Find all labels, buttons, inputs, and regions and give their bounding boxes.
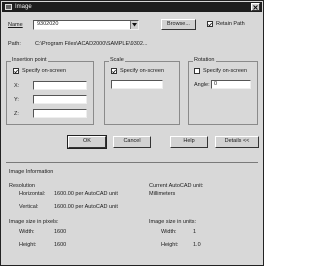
help-label: Help [183,138,195,145]
help-button[interactable]: Help [170,136,208,148]
scale-input[interactable] [111,80,163,89]
close-button[interactable] [251,3,260,11]
width-px-value: 1600 [54,229,67,235]
z-input[interactable] [33,109,87,118]
y-label: Y: [14,97,19,103]
angle-input[interactable]: 0 [211,80,251,89]
scale-specify-label: Specify on-screen [120,68,165,74]
checkmark-icon [112,69,116,73]
divider [6,162,258,163]
rotation-specify-checkbox[interactable] [194,68,200,74]
close-icon [253,4,258,10]
dropdown-arrow[interactable] [130,21,138,29]
path-label: Path: [8,41,21,47]
angle-value: 0 [214,81,218,87]
height-units-label: Height: [161,242,179,248]
horizontal-label: Horizontal: [19,191,46,197]
width-px-label: Width: [19,229,35,235]
browse-button[interactable]: Browse... [161,19,196,30]
image-dialog: Image Name 9302020 Browse... Retain Path… [0,0,264,266]
window-title: Image [15,4,32,10]
cancel-button[interactable]: Cancel [113,136,151,148]
angle-label: Angle: [194,82,210,88]
x-input[interactable] [33,81,87,90]
insertion-specify-label: Specify on-screen [22,68,67,74]
chevron-down-icon [132,23,137,27]
details-button[interactable]: Details << [215,136,259,148]
height-px-value: 1600 [54,242,67,248]
vertical-label: Vertical: [19,204,39,210]
rotation-title: Rotation [193,57,216,64]
z-label: Z: [14,111,19,117]
insertion-point-title: Insertion point [11,57,48,64]
image-info-title: Image Information [9,169,54,175]
height-units-value: 1.0 [193,242,201,248]
ok-label: OK [83,138,91,145]
ok-button[interactable]: OK [67,135,107,149]
resolution-label: Resolution [9,183,35,189]
insertion-specify-checkbox[interactable] [13,68,19,74]
retain-path-checkbox[interactable] [207,21,213,27]
size-units-label: Image size in units: [149,219,197,225]
name-dropdown[interactable]: 9302020 [33,20,139,30]
checkmark-icon [14,69,18,73]
size-pixels-label: Image size in pixels: [9,219,59,225]
current-unit-label: Current AutoCAD unit: [149,183,204,189]
browse-label: Browse... [167,20,190,27]
width-units-value: 1 [193,229,197,235]
checkmark-icon [208,22,212,26]
name-value: 9302020 [37,21,59,28]
scale-title: Scale [109,57,125,64]
width-units-label: Width: [161,229,177,235]
height-px-label: Height: [19,242,37,248]
vertical-value: 1600.00 per AutoCAD unit [54,204,118,210]
horizontal-value: 1600.00 per AutoCAD unit [54,191,118,197]
title-bar: Image [2,2,262,12]
app-icon [5,4,12,10]
path-value: C:\Program Files\ACAD2000\SAMPLE\9302... [35,41,148,47]
name-label: Name [8,22,23,28]
x-label: X: [14,83,20,89]
cancel-label: Cancel [123,138,141,145]
retain-path-label: Retain Path [216,21,245,27]
scale-specify-checkbox[interactable] [111,68,117,74]
details-label: Details << [224,138,250,145]
current-unit-value: Millimeters [149,191,176,197]
y-input[interactable] [33,95,87,104]
rotation-specify-label: Specify on-screen [203,68,248,74]
